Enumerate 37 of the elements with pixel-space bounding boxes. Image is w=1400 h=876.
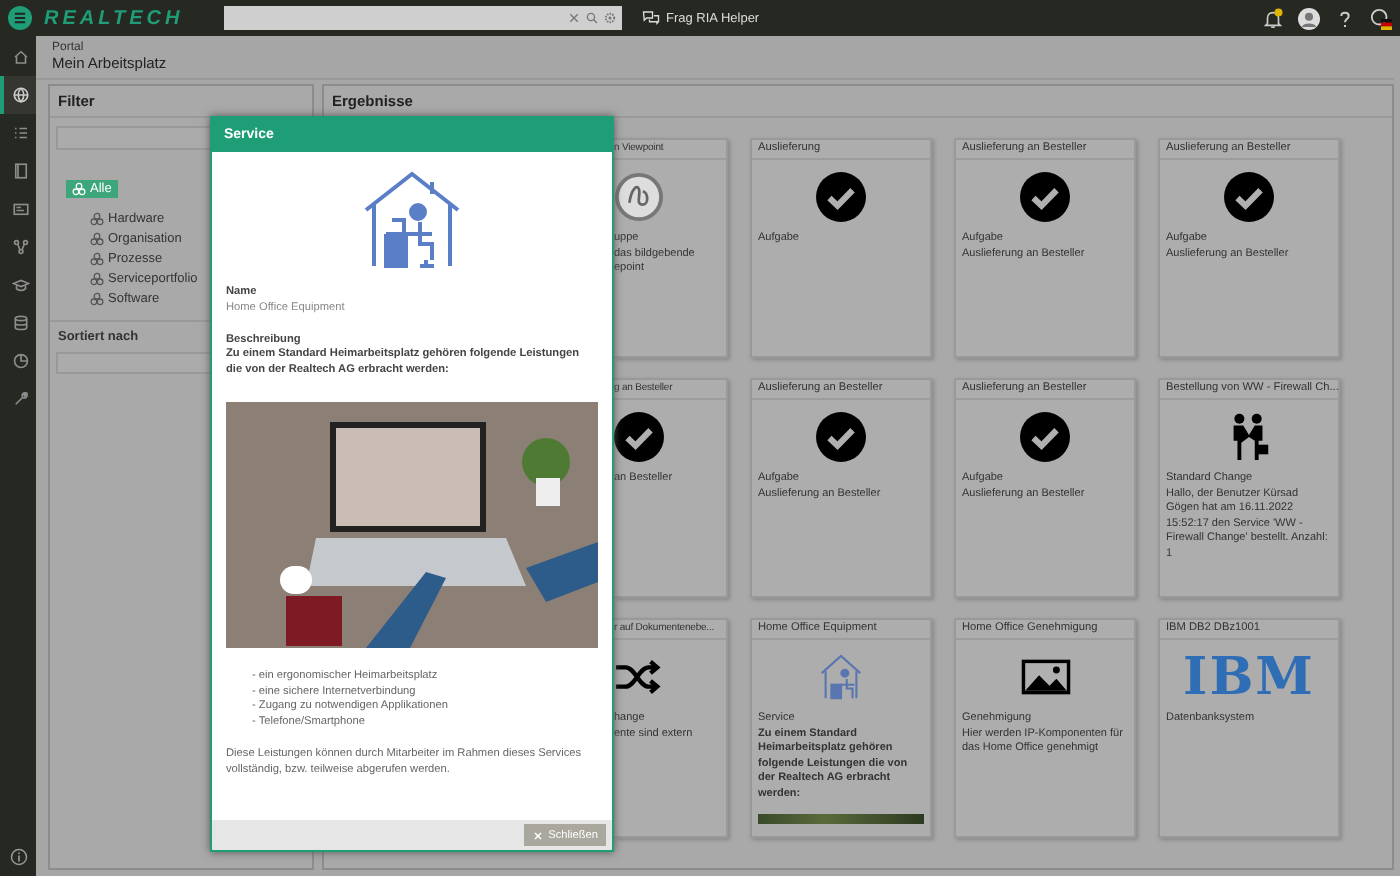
globe-icon [11,86,29,104]
brand-logo: REALTECH [44,7,186,29]
avatar-icon[interactable] [1298,7,1320,29]
language-flag-icon[interactable] [1370,7,1392,29]
wrench-icon [11,390,29,408]
search-field[interactable] [224,6,622,30]
card-icon [11,200,29,218]
chat-icon [642,10,660,26]
help-icon[interactable] [1334,7,1356,29]
logo-icon [614,172,664,222]
info-icon[interactable] [9,848,27,866]
cap-icon [11,276,29,294]
home-office-icon [360,170,464,270]
network-icon [11,238,29,256]
checkmark-icon [816,412,866,462]
checkmark-icon [1020,412,1070,462]
checkmark-icon [1020,172,1070,222]
category-icon [72,182,86,196]
list-icon [11,124,29,142]
checkmark-icon [1224,172,1274,222]
category-icon [90,251,104,265]
sidebar-item[interactable] [0,76,36,114]
chart-icon [11,352,29,370]
home-icon [11,48,29,66]
checkmark-icon [614,412,664,462]
checkmark-icon [816,172,866,222]
notification-bell-icon[interactable] [1262,7,1284,29]
clear-icon[interactable] [568,12,580,24]
home-office-icon [816,652,866,702]
database-icon [11,314,29,332]
settings-icon[interactable] [604,12,616,24]
book-icon [11,162,29,180]
menu-icon[interactable] [8,6,32,30]
close-icon [532,829,545,841]
image-icon [1019,656,1071,698]
search-icon[interactable] [586,12,598,24]
brand-logo: IBM [1183,651,1315,703]
